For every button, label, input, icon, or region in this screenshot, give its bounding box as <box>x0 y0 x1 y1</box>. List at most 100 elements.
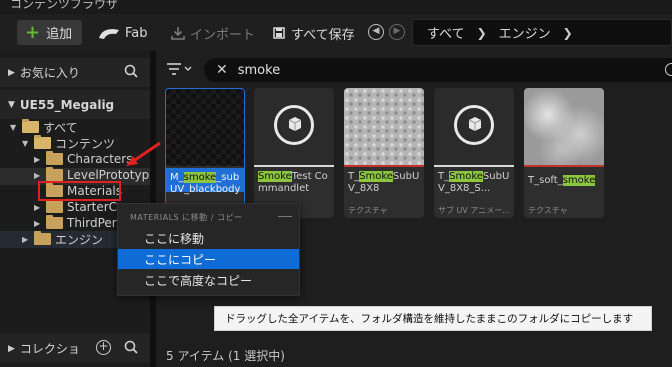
favorites-header[interactable]: ▶ お気に入り <box>0 58 150 87</box>
filter-icon[interactable] <box>166 62 192 80</box>
tooltip: ドラッグした全アイテムを、フォルダ構造を維持したままこのフォルダにコピーします <box>214 306 652 331</box>
tree-item-thirdperson[interactable]: ▶ ThirdPers <box>34 215 123 231</box>
asset-type-bar <box>254 165 334 167</box>
expand-arrow-icon[interactable]: ▶ <box>34 155 42 164</box>
chevron-right-icon: ❯ <box>476 25 487 40</box>
search-input[interactable]: ✕ smoke <box>204 58 672 82</box>
asset-type-bar <box>344 165 424 167</box>
collapse-arrow-icon[interactable]: ▼ <box>8 100 15 110</box>
asset-name-prefix: T_ <box>348 171 360 182</box>
window-tab-title[interactable]: コンテンツブラウザ <box>10 0 118 12</box>
tree-item-label: すべて <box>43 120 78 135</box>
asset-tile[interactable]: SmokeTest Commandlet <box>254 88 334 218</box>
asset-type-label: テクスチャ <box>528 206 568 215</box>
search-match-highlight: Smoke <box>258 171 292 182</box>
search-match-highlight: Smoke <box>359 171 393 182</box>
asset-thumbnail <box>166 89 244 166</box>
drop-context-menu: MATERIALS に移動 / コピー ここに移動 ここにコピー ここで高度なコ… <box>117 203 300 296</box>
search-icon[interactable] <box>124 340 138 358</box>
save-all-button[interactable]: すべて保存 <box>272 23 355 43</box>
expand-arrow-icon[interactable]: ▶ <box>34 203 42 212</box>
fab-icon <box>99 28 119 39</box>
tree-item-characters[interactable]: ▶ Characters <box>34 151 133 167</box>
menu-item-move-here[interactable]: ここに移動 <box>118 228 299 248</box>
breadcrumb-item-all[interactable]: すべて <box>427 23 465 42</box>
add-button-label: 追加 <box>46 27 73 42</box>
asset-name: SmokeTest Commandlet <box>258 171 332 195</box>
tree-item-all[interactable]: ▼ すべて <box>10 119 78 135</box>
fab-button[interactable]: Fab <box>98 23 148 43</box>
folder-icon <box>34 231 51 245</box>
folder-icon <box>46 151 63 165</box>
asset-name: T_soft_smoke <box>528 175 602 187</box>
static-mesh-icon <box>454 105 494 145</box>
breadcrumb-item-engine[interactable]: エンジン <box>499 23 551 42</box>
asset-thumbnail <box>254 88 334 165</box>
asset-name: T_SmokeSubUV_8X8_S... <box>438 171 512 195</box>
asset-name-prefix: T_ <box>438 171 450 182</box>
tree-item-label: エンジン <box>55 232 104 247</box>
collections-header[interactable]: ▶ コレクショ + <box>0 334 150 363</box>
tree-item-label: LevelPrototyp <box>67 168 150 182</box>
save-all-icon <box>273 27 285 39</box>
search-row: ✕ smoke <box>156 57 672 83</box>
asset-type-bar <box>524 165 604 167</box>
expand-arrow-icon[interactable]: ▶ <box>8 344 15 354</box>
tree-item-label: ThirdPers <box>67 216 123 230</box>
collections-label: コレクショ <box>19 342 80 356</box>
expand-arrow-icon[interactable]: ▶ <box>8 68 15 78</box>
asset-tile[interactable]: T_SmokeSubUV_8X8_S... サブ UV アニメー... <box>434 88 514 218</box>
search-match-highlight: smoke <box>562 175 596 186</box>
window-titlebar: コンテンツブラウザ <box>0 0 672 14</box>
asset-type-bar <box>434 165 514 167</box>
search-match-highlight: smoke <box>183 172 217 183</box>
asset-thumbnail <box>344 88 424 165</box>
forward-icon[interactable]: ▶ <box>389 24 405 40</box>
folder-icon <box>46 199 63 213</box>
asset-thumbnail <box>524 88 604 165</box>
project-label: UE55_Megalig <box>19 97 115 112</box>
asset-name-prefix: T_soft_ <box>528 175 563 186</box>
tree-item-engine[interactable]: ▶ エンジン <box>22 231 103 247</box>
search-match-highlight: Smoke <box>449 171 483 182</box>
menu-item-copy-here[interactable]: ここにコピー <box>118 249 299 269</box>
asset-tile[interactable]: M_smoke_subUV_blackbody <box>165 88 245 218</box>
collapse-arrow-icon[interactable]: ▼ <box>22 139 30 148</box>
search-input-value: smoke <box>237 62 281 78</box>
asset-name-prefix: M_ <box>170 172 184 183</box>
chevron-right-icon[interactable]: ❯ <box>563 26 573 40</box>
clear-search-icon[interactable]: ✕ <box>216 62 228 78</box>
collapse-arrow-icon[interactable]: ▼ <box>10 123 18 132</box>
menu-header: MATERIALS に移動 / コピー <box>130 213 243 222</box>
import-label: インポート <box>190 27 256 43</box>
search-icon[interactable] <box>124 64 138 82</box>
project-header[interactable]: ▼ UE55_Megalig <box>0 90 150 119</box>
tree-item-startercontent[interactable]: ▶ StarterCo <box>34 199 124 215</box>
add-button[interactable]: + 追加 <box>17 20 82 45</box>
menu-item-advanced-copy-here[interactable]: ここで高度なコピー <box>118 270 299 290</box>
back-icon[interactable]: ◀ <box>368 24 384 40</box>
add-collection-icon[interactable]: + <box>96 340 111 355</box>
asset-type-label: サブ UV アニメー... <box>438 206 510 215</box>
tree-item-content[interactable]: ▼ コンテンツ <box>22 135 115 151</box>
menu-header-divider <box>278 216 292 217</box>
folder-open-icon <box>22 119 39 133</box>
fab-label: Fab <box>125 25 148 41</box>
expand-arrow-icon[interactable]: ▶ <box>34 171 42 180</box>
folder-icon <box>46 215 63 229</box>
asset-name: M_smoke_subUV_blackbody <box>170 172 244 196</box>
toolbar: + 追加 Fab インポート すべて保存 ◀ ▶ すべて ❯ エンジン ❯ <box>0 14 672 51</box>
asset-thumbnail <box>434 88 514 165</box>
asset-type-label: テクスチャ <box>348 206 388 215</box>
import-button[interactable]: インポート <box>171 23 255 43</box>
asset-tile[interactable]: T_soft_smoke テクスチャ <box>524 88 604 218</box>
expand-arrow-icon[interactable]: ▶ <box>22 235 30 244</box>
asset-tile[interactable]: T_SmokeSubUV_8X8 テクスチャ <box>344 88 424 218</box>
static-mesh-icon <box>274 105 314 145</box>
import-icon <box>171 27 185 40</box>
expand-arrow-icon[interactable]: ▶ <box>34 219 42 228</box>
folder-open-icon <box>34 135 51 149</box>
search-options-icon[interactable] <box>665 63 672 76</box>
folder-icon <box>46 167 63 181</box>
tree-item-label: StarterCo <box>67 200 125 214</box>
